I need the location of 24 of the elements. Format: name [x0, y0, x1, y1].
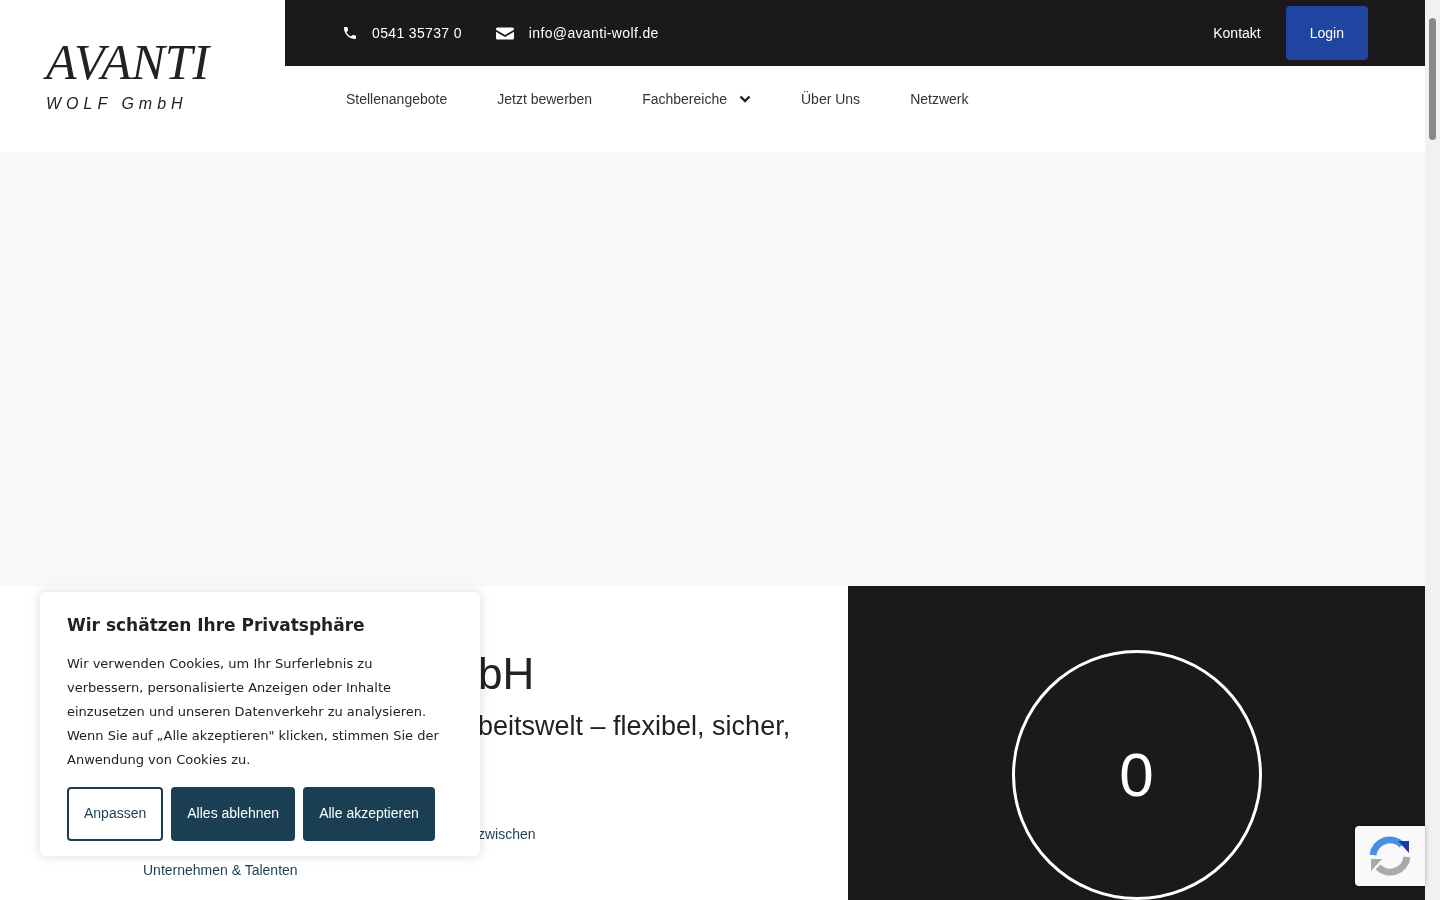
login-button[interactable]: Login [1285, 6, 1368, 60]
counter-value: 0 [1119, 744, 1154, 806]
cookie-button[interactable]: Alle akzeptieren [303, 786, 435, 841]
customize-button[interactable]: Anpassen [67, 786, 164, 841]
nav-link[interactable]: Über Uns [801, 88, 861, 110]
heading: bH [478, 648, 536, 700]
recaptcha-icon [1369, 835, 1411, 877]
nav-link[interactable]: Jetzt bewerben [497, 88, 593, 110]
subheading: beitswelt – flexibel, sicher, [478, 710, 792, 743]
nav-link[interactable]: Fachbereiche [642, 88, 751, 110]
intro-text: zwischen [478, 825, 537, 844]
cookie-title: Wir schätzen Ihre Privatsphäre [67, 614, 366, 637]
contact-link[interactable]: Kontakt [1213, 22, 1261, 44]
recaptcha-badge[interactable] [1355, 826, 1425, 886]
phone-icon [342, 25, 358, 41]
nav-link[interactable]: Stellenangebote [346, 88, 448, 110]
email-link[interactable]: info@avanti-wolf.de [528, 22, 659, 44]
phone-number[interactable]: 0541 35737 0 [372, 22, 462, 44]
cookie-button[interactable]: Alles ablehnen [171, 786, 296, 841]
cookie-text: Wir verwenden Cookies, um Ihr Surferlebnis zu verbessern, personalisierte Anzeigen oder Inhalte einzusetzen und unseren Datenverkehr zu analysieren. Wenn Sie auf „Alle akzeptieren" klicken, stimmen Sie der Anwendung von Cookies zu. [67, 654, 440, 769]
intro-text: Unternehmen & Talenten [143, 861, 299, 880]
nav-link[interactable]: Netzwerk [910, 88, 969, 110]
logo-subline: WOLF GmbH [46, 94, 189, 114]
mail-icon [495, 25, 514, 41]
